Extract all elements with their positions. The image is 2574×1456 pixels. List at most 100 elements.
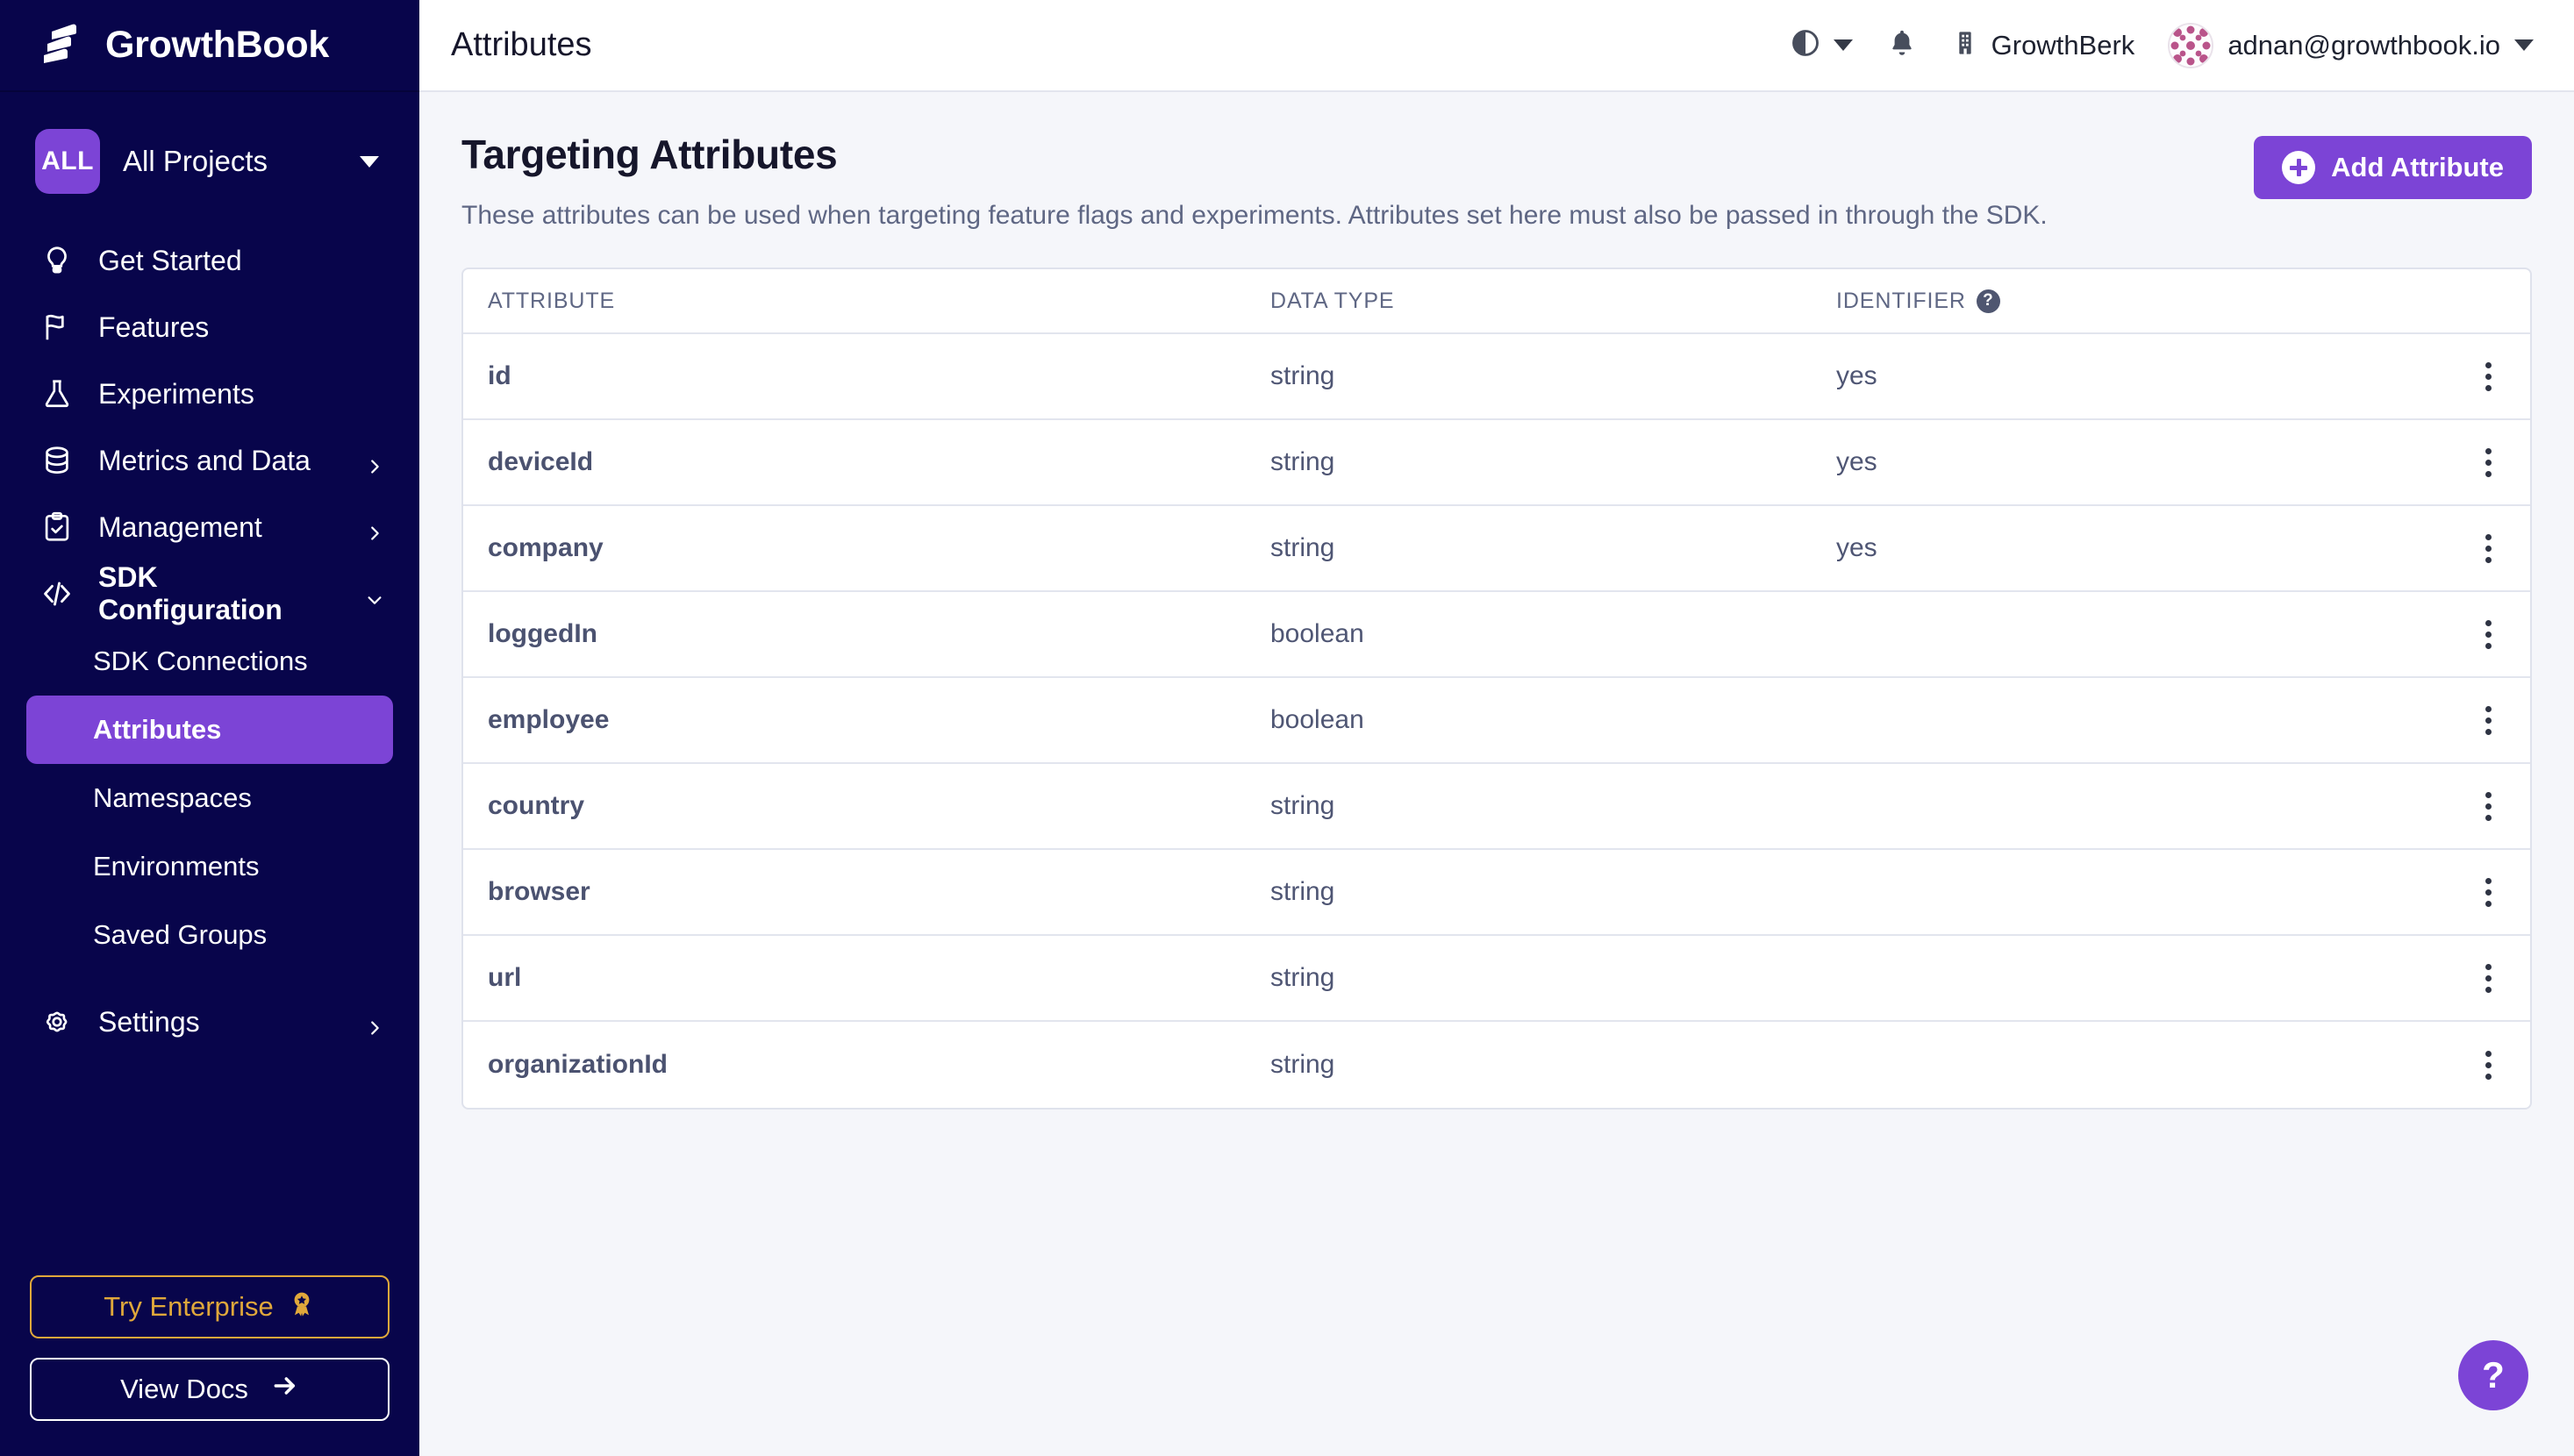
cell-identifier: yes xyxy=(1836,361,1877,390)
column-header-identifier-label: IDENTIFIER xyxy=(1836,288,1966,313)
view-docs-button[interactable]: View Docs xyxy=(30,1358,390,1421)
row-actions-menu-button[interactable] xyxy=(2446,791,2530,821)
brand-logo[interactable]: GrowthBook xyxy=(0,0,419,92)
chevron-right-icon xyxy=(365,451,384,474)
table-row[interactable]: loggedIn boolean xyxy=(463,592,2530,678)
sidebar-item-metrics-and-data[interactable]: Metrics and Data xyxy=(0,427,419,494)
kebab-menu-icon xyxy=(2485,791,2492,821)
sidebar-item-settings[interactable]: Settings xyxy=(0,989,419,1055)
cell-data-type: string xyxy=(1270,877,1335,906)
kebab-menu-icon xyxy=(2485,619,2492,649)
sidebar-item-namespaces[interactable]: Namespaces xyxy=(26,764,393,832)
cell-attribute: loggedIn xyxy=(488,619,597,648)
table-row[interactable]: id string yes xyxy=(463,334,2530,420)
page-content: Targeting Attributes These attributes ca… xyxy=(419,92,2574,1456)
table-row[interactable]: deviceId string yes xyxy=(463,420,2530,506)
kebab-menu-icon xyxy=(2485,361,2492,391)
user-menu[interactable]: adnan@growthbook.io xyxy=(2168,22,2534,68)
row-actions-menu-button[interactable] xyxy=(2446,533,2530,563)
sidebar-item-sdk-configuration[interactable]: SDK Configuration xyxy=(0,560,419,627)
sidebar-item-attributes[interactable]: Attributes xyxy=(26,696,393,764)
row-actions-menu-button[interactable] xyxy=(2446,963,2530,993)
sidebar-item-experiments[interactable]: Experiments xyxy=(0,360,419,427)
cell-attribute: country xyxy=(488,791,585,820)
row-actions-menu-button[interactable] xyxy=(2446,361,2530,391)
flag-icon xyxy=(39,309,75,346)
add-attribute-label: Add Attribute xyxy=(2331,152,2504,182)
theme-toggle-button[interactable] xyxy=(1790,27,1853,63)
topbar: Attributes GrowthBerk adnan@growthbook.i… xyxy=(419,0,2574,92)
sidebar-item-label: Attributes xyxy=(93,714,222,745)
sidebar-item-features[interactable]: Features xyxy=(0,294,419,360)
cell-attribute: deviceId xyxy=(488,447,594,476)
code-brackets-icon xyxy=(39,575,75,612)
try-enterprise-label: Try Enterprise xyxy=(104,1291,274,1322)
cell-data-type: string xyxy=(1270,533,1335,562)
try-enterprise-button[interactable]: Try Enterprise xyxy=(30,1275,390,1338)
page-header-text: Targeting Attributes These attributes ca… xyxy=(461,131,2254,231)
cell-data-type: string xyxy=(1270,963,1335,992)
app-root: GrowthBook ALL All Projects Get Started xyxy=(0,0,2574,1456)
avatar xyxy=(2168,22,2214,68)
table-body: id string yes deviceId string yes company strin… xyxy=(463,334,2530,1108)
sidebar-item-saved-groups[interactable]: Saved Groups xyxy=(26,901,393,969)
kebab-menu-icon xyxy=(2485,447,2492,477)
bell-icon[interactable] xyxy=(1886,27,1918,63)
cell-attribute: id xyxy=(488,361,511,390)
table-row[interactable]: url string xyxy=(463,936,2530,1022)
project-selector[interactable]: ALL All Projects xyxy=(35,129,384,194)
page-subtitle: These attributes can be used when target… xyxy=(461,201,2048,230)
cell-identifier: yes xyxy=(1836,533,1877,562)
row-actions-menu-button[interactable] xyxy=(2446,447,2530,477)
cell-data-type: string xyxy=(1270,361,1335,390)
building-icon xyxy=(1951,29,1979,61)
sidebar-item-label: Get Started xyxy=(98,244,242,276)
chevron-down-icon xyxy=(360,155,379,168)
cell-attribute: employee xyxy=(488,705,610,734)
kebab-menu-icon xyxy=(2485,533,2492,563)
page-header-title: Attributes xyxy=(451,26,592,63)
cell-attribute: url xyxy=(488,963,522,992)
sidebar: GrowthBook ALL All Projects Get Started xyxy=(0,0,419,1456)
row-actions-menu-button[interactable] xyxy=(2446,1050,2530,1080)
cell-attribute: browser xyxy=(488,877,590,906)
row-actions-menu-button[interactable] xyxy=(2446,877,2530,907)
kebab-menu-icon xyxy=(2485,1050,2492,1080)
cell-attribute: organizationId xyxy=(488,1050,668,1079)
add-attribute-button[interactable]: Add Attribute xyxy=(2254,136,2532,199)
project-name: All Projects xyxy=(123,145,268,177)
kebab-menu-icon xyxy=(2485,877,2492,907)
table-row[interactable]: country string xyxy=(463,764,2530,850)
table-row[interactable]: employee boolean xyxy=(463,678,2530,764)
table-row[interactable]: browser string xyxy=(463,850,2530,936)
award-ribbon-icon xyxy=(288,1289,316,1324)
clipboard-check-icon xyxy=(39,509,75,546)
help-fab-button[interactable]: ? xyxy=(2458,1340,2528,1410)
database-icon xyxy=(39,442,75,479)
project-badge: ALL xyxy=(35,129,100,194)
kebab-menu-icon xyxy=(2485,963,2492,993)
sidebar-item-sdk-connections[interactable]: SDK Connections xyxy=(26,627,393,696)
sidebar-item-get-started[interactable]: Get Started xyxy=(0,227,419,294)
sidebar-item-label: Environments xyxy=(93,851,260,881)
row-actions-menu-button[interactable] xyxy=(2446,619,2530,649)
chevron-right-icon xyxy=(365,1012,384,1035)
gear-icon xyxy=(39,1003,75,1040)
row-actions-menu-button[interactable] xyxy=(2446,705,2530,735)
page-header: Targeting Attributes These attributes ca… xyxy=(461,131,2532,231)
organization-selector[interactable]: GrowthBerk xyxy=(1951,29,2135,61)
sidebar-item-management[interactable]: Management xyxy=(0,494,419,560)
sidebar-item-label: Metrics and Data xyxy=(98,444,311,476)
table-row[interactable]: company string yes xyxy=(463,506,2530,592)
chevron-down-icon xyxy=(365,584,384,604)
cell-data-type: string xyxy=(1270,1050,1335,1079)
table-header-row: ATTRIBUTE DATA TYPE IDENTIFIER ? xyxy=(463,269,2530,334)
cell-data-type: string xyxy=(1270,791,1335,820)
organization-name: GrowthBerk xyxy=(1991,29,2135,61)
sidebar-item-environments[interactable]: Environments xyxy=(26,832,393,901)
help-circle-icon[interactable]: ? xyxy=(1976,289,2000,313)
sidebar-item-label: SDK Configuration xyxy=(98,561,282,625)
flask-icon xyxy=(39,375,75,412)
table-row[interactable]: organizationId string xyxy=(463,1022,2530,1108)
sidebar-item-label: Settings xyxy=(98,1005,200,1038)
